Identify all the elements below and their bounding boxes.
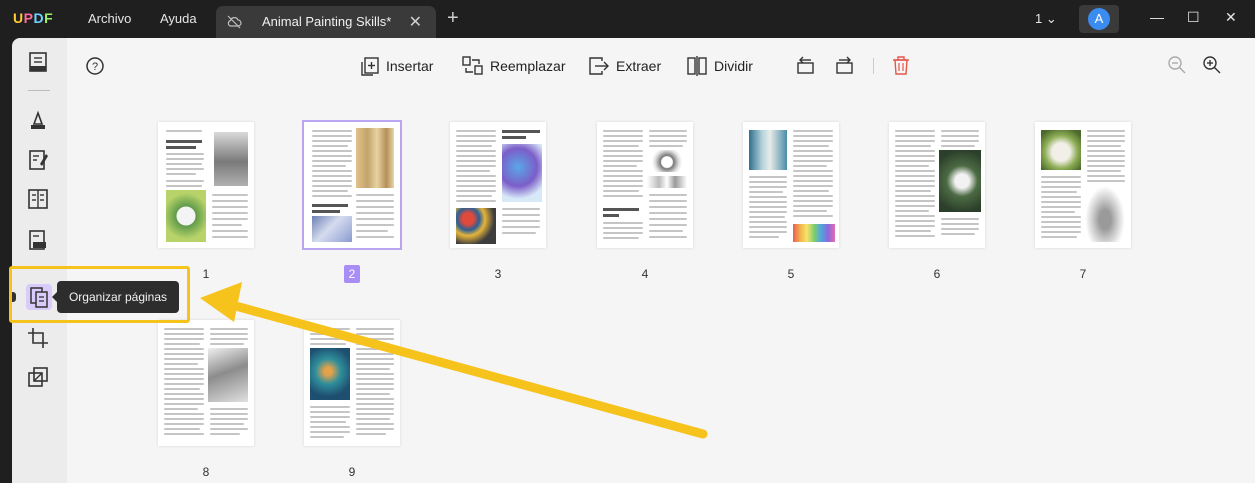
split-icon [687, 56, 707, 76]
rotate-left-icon[interactable] [794, 54, 816, 76]
svg-text:?: ? [92, 61, 98, 73]
page-thumbnail-8[interactable] [158, 320, 254, 446]
toolbar-divider [873, 58, 874, 74]
page-number-9: 9 [348, 465, 356, 479]
help-icon[interactable]: ? [85, 56, 105, 76]
split-label: Dividir [714, 58, 753, 74]
replace-icon [462, 56, 483, 75]
layers-icon[interactable] [26, 365, 50, 389]
page-thumbnail-2[interactable] [302, 120, 402, 250]
reader-icon[interactable] [26, 50, 50, 74]
new-tab-button[interactable]: + [447, 7, 459, 30]
updf-logo[interactable]: UPDF [13, 10, 53, 26]
insert-page-icon [361, 57, 379, 76]
page-thumbnail-6[interactable] [889, 122, 985, 248]
page-thumbnail-4[interactable] [597, 122, 693, 248]
page-number-3: 3 [494, 267, 502, 281]
page-thumbnail-1[interactable] [158, 122, 254, 248]
page-number-5: 5 [787, 267, 795, 281]
document-tab[interactable]: Animal Painting Skills* ✕ [216, 6, 436, 38]
crop-icon[interactable] [26, 326, 50, 350]
account-button[interactable]: A [1079, 5, 1119, 33]
menu-archivo[interactable]: Archivo [88, 11, 131, 26]
highlighter-icon[interactable] [26, 108, 50, 132]
delete-icon[interactable] [890, 54, 912, 76]
page-number-7: 7 [1079, 267, 1087, 281]
zoom-in-icon[interactable] [1201, 54, 1223, 76]
page-dropdown[interactable]: 1 ⌄ [1035, 11, 1057, 27]
minimize-button[interactable]: — [1150, 9, 1164, 25]
insert-button[interactable]: Insertar [360, 55, 433, 77]
extract-button[interactable]: Extraer [588, 55, 661, 77]
menu-ayuda[interactable]: Ayuda [160, 11, 197, 26]
maximize-button[interactable]: ☐ [1187, 9, 1200, 26]
edit-pdf-icon[interactable] [26, 148, 50, 172]
split-button[interactable]: Dividir [686, 55, 753, 77]
form-icon[interactable] [26, 187, 50, 211]
extract-label: Extraer [616, 58, 662, 74]
replace-button[interactable]: Reemplazar [462, 55, 565, 77]
avatar: A [1088, 8, 1110, 30]
page-thumbnail-9[interactable] [304, 320, 400, 446]
page-number-8: 8 [202, 465, 210, 479]
page-thumbnail-5[interactable] [743, 122, 839, 248]
rotate-right-icon[interactable] [834, 54, 856, 76]
insert-label: Insertar [386, 58, 434, 74]
cloud-off-icon [227, 15, 242, 29]
page-thumbnail-3[interactable] [450, 122, 546, 248]
sign-icon[interactable] [26, 228, 50, 252]
close-window-button[interactable]: ✕ [1225, 9, 1237, 26]
page-thumbnail-7[interactable] [1035, 122, 1131, 248]
left-tool-rail [12, 38, 67, 483]
title-bar: UPDF Archivo Ayuda Animal Painting Skill… [0, 0, 1255, 38]
page-number-6: 6 [933, 267, 941, 281]
organize-toolbar: ? Insertar Reemplazar Extraer Dividir [67, 38, 1255, 94]
page-number-2: 2 [304, 265, 400, 283]
replace-label: Reemplazar [490, 58, 566, 74]
tab-close-icon[interactable]: ✕ [409, 12, 422, 32]
extract-icon [589, 57, 609, 75]
callout-highlight-box [9, 266, 190, 323]
tab-title: Animal Painting Skills* [262, 14, 392, 29]
rail-divider [28, 90, 50, 91]
page-number-4: 4 [641, 267, 649, 281]
zoom-out-icon[interactable] [1166, 54, 1188, 76]
